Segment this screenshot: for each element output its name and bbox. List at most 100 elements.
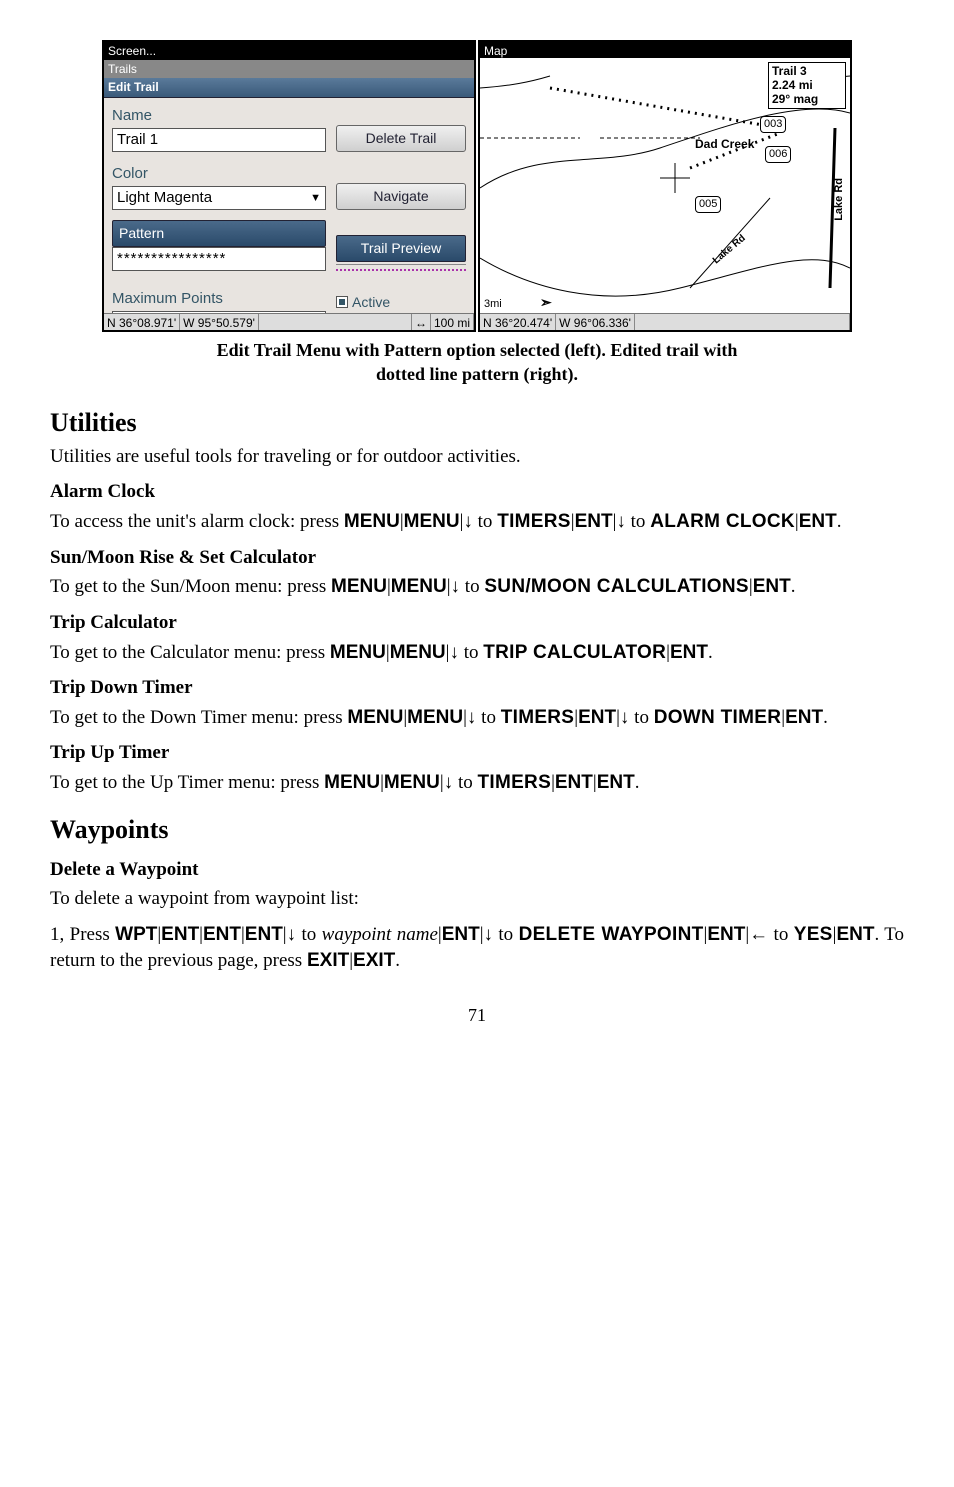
heading-utilities: Utilities	[50, 405, 904, 440]
heading-tripup: Trip Up Timer	[50, 740, 904, 766]
target-alarm-clock: ALARM CLOCK	[650, 511, 795, 532]
page-number: 71	[50, 1003, 904, 1027]
key-menu: MENU	[404, 511, 460, 532]
left-arrow-icon: ←	[749, 924, 768, 945]
titlebar: Screen...	[104, 42, 474, 60]
info-trail-dist: 2.24 mi	[772, 79, 842, 93]
target-yes: YES	[794, 924, 833, 945]
bubble-006: 006	[765, 146, 791, 163]
down-arrow-icon: ↓	[449, 642, 459, 663]
delete-trail-button[interactable]: Delete Trail	[336, 125, 466, 152]
t: to	[296, 924, 322, 945]
screenshot-edit-trail: Screen... Trails Edit Trail Name Trail 1…	[102, 40, 476, 332]
key-exit: EXIT	[353, 950, 395, 971]
t: .	[823, 707, 828, 728]
key-ent: ENT	[578, 707, 616, 728]
key-ent: ENT	[597, 772, 635, 793]
heading-delete-waypoint: Delete a Waypoint	[50, 857, 904, 883]
down-arrow-icon: ↓	[620, 707, 630, 728]
key-ent: ENT	[785, 707, 823, 728]
key-ent: ENT	[753, 576, 791, 597]
down-arrow-icon: ↓	[616, 511, 626, 532]
t: to	[460, 576, 484, 597]
target-delete-waypoint: DELETE WAYPOINT	[519, 924, 704, 945]
t: to	[774, 924, 794, 945]
down-arrow-icon: ↓	[451, 576, 461, 597]
t: .	[395, 950, 400, 971]
zoom-arrows-icon: ↔	[412, 314, 431, 330]
field-pattern[interactable]: ****************	[112, 247, 326, 271]
t: to	[476, 707, 500, 728]
info-trail-brg: 29° mag	[772, 93, 842, 107]
key-ent: ENT	[203, 924, 241, 945]
map-canvas[interactable]: Trail 3 2.24 mi 29° mag 003 006 005 Dad …	[480, 58, 850, 314]
para-tripcalc: To get to the Calculator menu: press MEN…	[50, 640, 904, 666]
bubble-003: 003	[760, 116, 786, 133]
para-delwpt-step1: 1, Press WPT|ENT|ENT|ENT|↓ to waypoint n…	[50, 922, 904, 973]
map-scale: 3mi	[484, 297, 502, 312]
t: to	[453, 772, 477, 793]
utilities-intro: Utilities are useful tools for traveling…	[50, 444, 904, 470]
key-ent: ENT	[245, 924, 283, 945]
label-dad-creek: Dad Creek	[695, 136, 754, 152]
t: .	[837, 511, 842, 532]
down-arrow-icon: ↓	[484, 924, 494, 945]
status-lon-r: W 96°06.336'	[556, 314, 635, 330]
status-lat-r: N 36°20.474'	[480, 314, 556, 330]
info-trail-name: Trail 3	[772, 65, 842, 79]
t: To get to the Calculator menu: press	[50, 642, 330, 663]
t: .	[708, 642, 713, 663]
label-max-points: Maximum Points	[112, 289, 326, 309]
key-ent: ENT	[670, 642, 708, 663]
key-ent: ENT	[575, 511, 613, 532]
subbar-trails: Trails	[104, 60, 474, 78]
t: 1, Press	[50, 924, 115, 945]
heading-sunmoon: Sun/Moon Rise & Set Calculator	[50, 545, 904, 571]
t: To get to the Up Timer menu: press	[50, 772, 324, 793]
status-lat: N 36°08.971'	[104, 314, 180, 330]
key-ent: ENT	[442, 924, 480, 945]
figure-row: Screen... Trails Edit Trail Name Trail 1…	[50, 40, 904, 332]
label-pattern-selected[interactable]: Pattern	[112, 220, 326, 247]
key-wpt: WPT	[115, 924, 157, 945]
caption-line2: dotted line pattern (right).	[376, 364, 578, 384]
key-menu: MENU	[331, 576, 387, 597]
checkbox-active[interactable]: Active	[336, 293, 466, 312]
label-color: Color	[112, 164, 326, 184]
key-ent: ENT	[799, 511, 837, 532]
trail-preview-swatch	[336, 264, 466, 271]
para-tripdown: To get to the Down Timer menu: press MEN…	[50, 705, 904, 731]
t: To get to the Sun/Moon menu: press	[50, 576, 331, 597]
key-menu: MENU	[407, 707, 463, 728]
t: .	[791, 576, 796, 597]
para-sunmoon: To get to the Sun/Moon menu: press MENU|…	[50, 574, 904, 600]
t: to	[473, 511, 497, 532]
key-menu: MENU	[391, 576, 447, 597]
target-sunmoon: SUN/MOON CALCULATIONS	[484, 576, 749, 597]
t: to	[634, 707, 654, 728]
heading-alarm-clock: Alarm Clock	[50, 479, 904, 505]
para-delwpt-intro: To delete a waypoint from waypoint list:	[50, 886, 904, 912]
panel-title: Edit Trail	[104, 78, 474, 97]
waypoint-name-placeholder: waypoint name	[322, 924, 438, 945]
label-name: Name	[112, 106, 326, 126]
heading-tripdown: Trip Down Timer	[50, 675, 904, 701]
key-menu: MENU	[384, 772, 440, 793]
label-lake-rd: Lake Rd	[832, 178, 847, 221]
para-tripup: To get to the Up Timer menu: press MENU|…	[50, 770, 904, 796]
target-timers: TIMERS	[501, 707, 575, 728]
field-color[interactable]: Light Magenta ▼	[112, 186, 326, 210]
down-arrow-icon: ↓	[444, 772, 454, 793]
screenshot-map: Map Trail 3 2.24 mi 29° m	[478, 40, 852, 332]
key-ent: ENT	[555, 772, 593, 793]
field-color-value: Light Magenta	[117, 189, 212, 207]
target-timers: TIMERS	[477, 772, 551, 793]
t: to	[631, 511, 651, 532]
down-arrow-icon: ↓	[287, 924, 297, 945]
field-name[interactable]: Trail 1	[112, 128, 326, 152]
checkbox-active-label: Active	[352, 294, 390, 310]
status-zoom: 100 mi	[431, 314, 474, 330]
trail-preview-button[interactable]: Trail Preview	[336, 235, 466, 262]
key-menu: MENU	[344, 511, 400, 532]
navigate-button[interactable]: Navigate	[336, 183, 466, 210]
